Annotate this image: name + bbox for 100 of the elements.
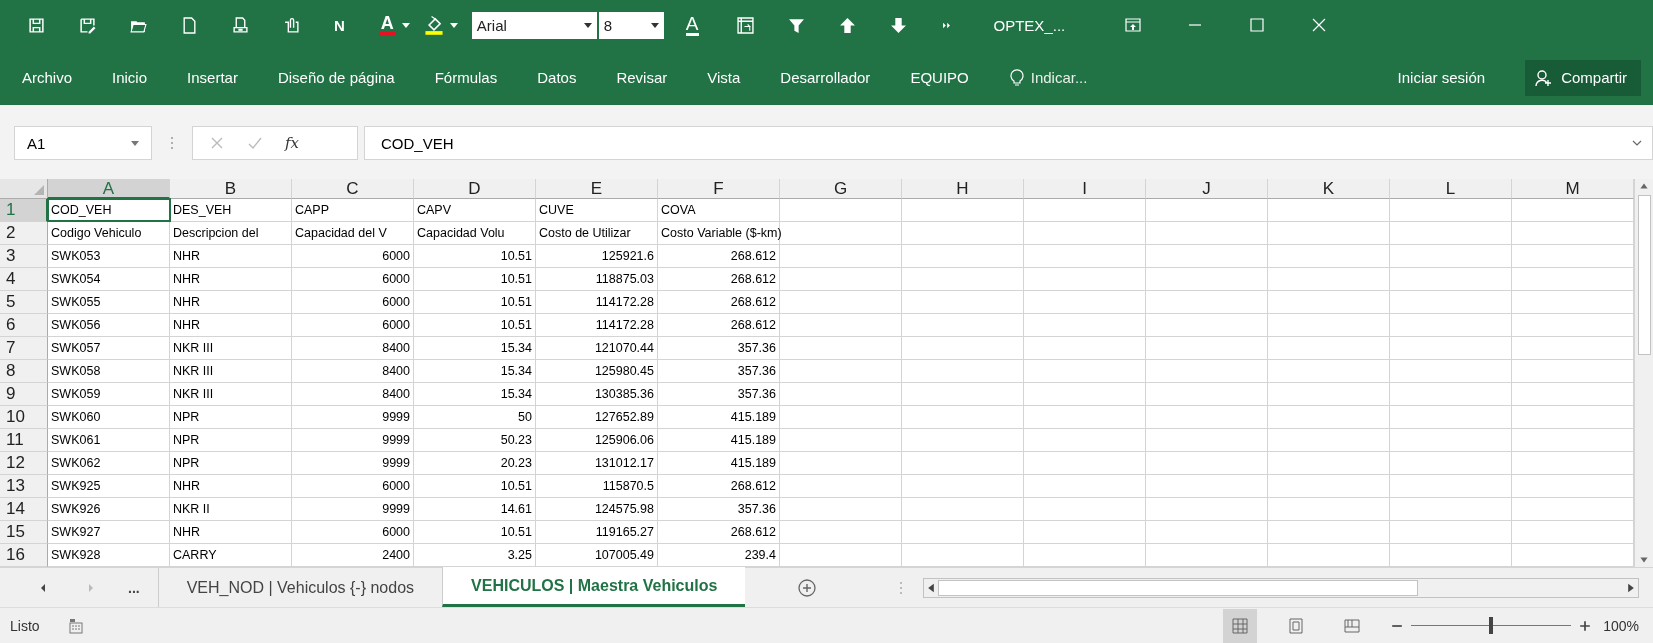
caret-icon[interactable]	[401, 22, 410, 28]
row-header[interactable]: 2	[0, 222, 48, 245]
ribbon-tab[interactable]: Desarrollador	[780, 69, 871, 86]
bold-n-button[interactable]: N	[334, 16, 345, 34]
column-header[interactable]: H	[902, 179, 1024, 199]
zoom-in-button[interactable]	[1579, 619, 1592, 632]
table-cell-text: 125921.6	[600, 248, 655, 265]
sheet-tab[interactable]: VEHICULOS | Maestra Vehiculos	[442, 567, 746, 607]
row-header[interactable]: 5	[0, 291, 48, 314]
insert-function-button[interactable]: fx	[285, 134, 299, 152]
row-header[interactable]: 8	[0, 360, 48, 383]
formula-input[interactable]: COD_VEH	[364, 126, 1653, 160]
sign-in-link[interactable]: Iniciar sesión	[1397, 69, 1486, 86]
print-preview-icon[interactable]	[232, 16, 249, 34]
table-cell-text: Costo de Utilizar	[538, 225, 632, 242]
grid-icon[interactable]	[1232, 617, 1249, 634]
table-cell-text: 15.34	[499, 340, 533, 357]
ribbon-tab[interactable]: EQUIPO	[910, 69, 969, 86]
table-cell-text: NHR	[172, 524, 202, 541]
more-sheets-button[interactable]: ...	[128, 579, 140, 596]
row-header[interactable]: 10	[0, 406, 48, 429]
checkmark-icon[interactable]	[247, 135, 263, 151]
ribbon-tab[interactable]: Datos	[537, 69, 577, 86]
save-icon[interactable]	[28, 16, 45, 34]
name-box[interactable]: A1	[14, 126, 152, 160]
ribbon-tab[interactable]: Revisar	[616, 69, 668, 86]
column-header[interactable]: K	[1268, 179, 1390, 199]
vertical-scrollbar[interactable]	[1634, 179, 1653, 567]
window-title: OPTEX_...	[993, 16, 1066, 34]
table-cell: COD_VEH	[48, 199, 170, 221]
row-header[interactable]: 12	[0, 452, 48, 475]
ribbon-tab[interactable]: Diseño de página	[277, 69, 395, 86]
paint-bucket-icon[interactable]	[423, 14, 444, 36]
horizontal-scrollbar[interactable]	[923, 577, 1639, 598]
save-pencil-icon[interactable]	[79, 16, 96, 34]
caret-icon[interactable]	[583, 22, 592, 28]
arrow-down-icon[interactable]	[889, 16, 907, 34]
table-cell-text: NHR	[172, 317, 202, 334]
column-header[interactable]: B	[170, 179, 292, 199]
row-header[interactable]: 11	[0, 429, 48, 452]
filter-icon[interactable]	[787, 16, 805, 34]
page-icon[interactable]	[1288, 617, 1305, 634]
table-cell-text: CAPP	[294, 202, 331, 219]
column-header[interactable]: M	[1512, 179, 1634, 199]
font-dropdown[interactable]: Arial	[471, 11, 597, 39]
ribbon-tab[interactable]: Fórmulas	[434, 69, 498, 86]
share-button[interactable]: Compartir	[1525, 59, 1641, 96]
column-header[interactable]: D	[414, 179, 536, 199]
row-header[interactable]: 7	[0, 337, 48, 360]
ribbon-tab[interactable]: Vista	[707, 69, 741, 86]
column-header[interactable]: F	[658, 179, 780, 199]
column-header[interactable]: J	[1146, 179, 1268, 199]
zoom-level-text[interactable]: 100%	[1603, 617, 1639, 634]
column-header[interactable]: I	[1024, 179, 1146, 199]
drag-handle-icon[interactable]	[170, 136, 174, 150]
chevron-down-icon[interactable]	[1632, 140, 1642, 146]
tell-me-field[interactable]: Indicar...	[1008, 68, 1088, 87]
arrow-up-icon[interactable]	[838, 16, 856, 34]
font-color-button[interactable]: A	[378, 14, 418, 36]
macro-record-icon[interactable]	[67, 617, 84, 634]
new-document-icon[interactable]	[181, 16, 198, 34]
ribbon-tab[interactable]: Inicio	[112, 69, 148, 86]
table-cell-text: 121070.44	[593, 340, 655, 357]
row-header[interactable]: 1	[0, 199, 48, 222]
column-header[interactable]: C	[292, 179, 414, 199]
caret-icon[interactable]	[449, 22, 458, 28]
table-cell-text: Capacidad Volu	[416, 225, 506, 242]
lightbulb-icon[interactable]	[1008, 68, 1025, 87]
close-icon[interactable]	[1311, 17, 1328, 33]
drag-handle-icon[interactable]	[899, 580, 904, 595]
column-header[interactable]: A	[48, 179, 170, 199]
zoom-slider-thumb[interactable]	[1489, 617, 1494, 634]
row-header[interactable]: 4	[0, 268, 48, 291]
ribbon-display-icon[interactable]	[1125, 17, 1142, 33]
column-header[interactable]: G	[780, 179, 902, 199]
row-header[interactable]: 3	[0, 245, 48, 268]
row-header[interactable]: 9	[0, 383, 48, 406]
column-header[interactable]: L	[1390, 179, 1512, 199]
new-sheet-icon[interactable]	[797, 577, 818, 598]
table-cell-text: COVA	[660, 202, 697, 219]
maximize-icon[interactable]	[1249, 17, 1266, 33]
paperclip-icon[interactable]	[283, 16, 300, 34]
add-person-icon[interactable]	[1535, 68, 1554, 87]
pivot-table-icon[interactable]	[736, 16, 754, 34]
table-cell-text: 357.36	[736, 340, 777, 357]
ribbon-tab[interactable]: Insertar	[187, 69, 238, 86]
row-header[interactable]: 15	[0, 521, 48, 544]
page-break-icon[interactable]	[1344, 617, 1361, 634]
font-size-dropdown[interactable]: 8	[598, 11, 664, 39]
caret-icon[interactable]	[650, 22, 659, 28]
ribbon-tab[interactable]: Archivo	[22, 69, 73, 86]
row-header[interactable]: 14	[0, 498, 48, 521]
row-header[interactable]: 6	[0, 314, 48, 337]
row-header[interactable]: 16	[0, 544, 48, 567]
row-header[interactable]: 13	[0, 475, 48, 498]
table-cell-text: 268.612	[729, 271, 777, 288]
underline-a-button[interactable]: A	[685, 14, 699, 36]
normal-view-button[interactable]	[1223, 608, 1258, 643]
table-cell-text: 10.51	[499, 478, 533, 495]
column-header[interactable]: E	[536, 179, 658, 199]
